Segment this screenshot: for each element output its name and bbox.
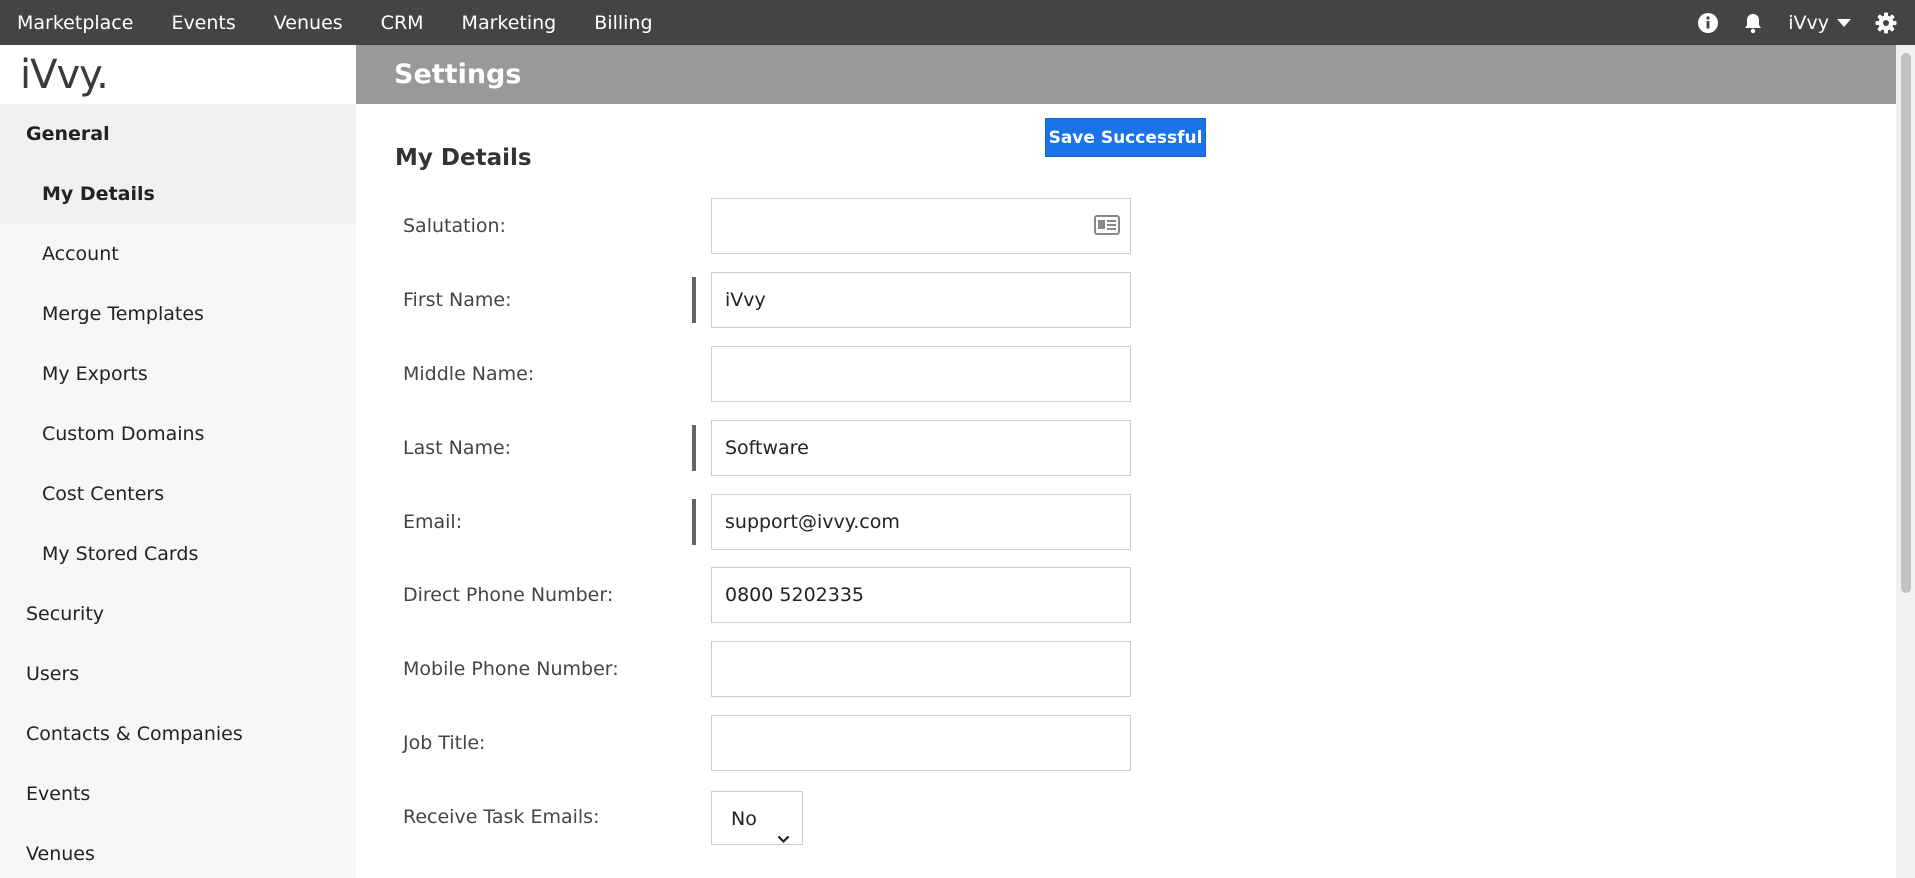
settings-sidebar: iVvy. General My Details Account Merge T… bbox=[0, 45, 356, 878]
sidebar-item-custom-domains[interactable]: Custom Domains bbox=[0, 404, 356, 464]
form-row-direct-phone: Direct Phone Number: 0800 5202335 bbox=[403, 567, 1133, 623]
direct-phone-label: Direct Phone Number: bbox=[403, 584, 614, 606]
salutation-label: Salutation: bbox=[403, 215, 506, 237]
user-menu[interactable]: iVvy bbox=[1788, 12, 1851, 34]
section-title: My Details bbox=[395, 145, 532, 171]
sidebar-item-account[interactable]: Account bbox=[0, 224, 356, 284]
last-name-label: Last Name: bbox=[403, 437, 512, 459]
mobile-phone-label: Mobile Phone Number: bbox=[403, 658, 619, 680]
form-row-first-name: First Name: iVvy bbox=[403, 272, 1133, 328]
page-title: Settings bbox=[394, 59, 522, 90]
top-right-tools: iVvy bbox=[1674, 0, 1897, 45]
chevron-down-icon bbox=[777, 811, 790, 865]
direct-phone-input[interactable]: 0800 5202335 bbox=[711, 567, 1131, 623]
form-row-job-title: Job Title: bbox=[403, 715, 1133, 771]
user-menu-label: iVvy bbox=[1788, 11, 1829, 34]
save-successful-notice: Save Successful bbox=[1045, 118, 1206, 157]
sidebar-item-cost-centers[interactable]: Cost Centers bbox=[0, 464, 356, 524]
sidebar-item-venues[interactable]: Venues bbox=[0, 824, 356, 878]
required-indicator bbox=[692, 277, 696, 323]
middle-name-input[interactable] bbox=[711, 346, 1131, 402]
form-row-email: Email: support@ivvy.com bbox=[403, 494, 1133, 550]
nav-crm[interactable]: CRM bbox=[381, 12, 424, 34]
job-title-label: Job Title: bbox=[403, 732, 486, 754]
email-label: Email: bbox=[403, 511, 463, 533]
scrollbar-thumb[interactable] bbox=[1901, 53, 1911, 593]
nav-billing[interactable]: Billing bbox=[594, 12, 652, 34]
last-name-input[interactable]: Software bbox=[711, 420, 1131, 476]
salutation-input[interactable] bbox=[711, 198, 1131, 254]
first-name-label: First Name: bbox=[403, 289, 512, 311]
middle-name-label: Middle Name: bbox=[403, 363, 535, 385]
sidebar-item-contacts-companies[interactable]: Contacts & Companies bbox=[0, 704, 356, 764]
page-scrollbar[interactable] bbox=[1896, 45, 1915, 878]
email-input[interactable]: support@ivvy.com bbox=[711, 494, 1131, 550]
page-header: Settings bbox=[356, 45, 1896, 104]
nav-venues[interactable]: Venues bbox=[274, 12, 343, 34]
sidebar-item-my-details[interactable]: My Details bbox=[0, 164, 356, 224]
nav-marketplace[interactable]: Marketplace bbox=[17, 12, 133, 34]
sidebar-item-merge-templates[interactable]: Merge Templates bbox=[0, 284, 356, 344]
sidebar-item-my-stored-cards[interactable]: My Stored Cards bbox=[0, 524, 356, 584]
required-indicator bbox=[692, 499, 696, 545]
nav-events[interactable]: Events bbox=[171, 12, 235, 34]
form-row-last-name: Last Name: Software bbox=[403, 420, 1133, 476]
sidebar-item-security[interactable]: Security bbox=[0, 584, 356, 644]
form-row-mobile-phone: Mobile Phone Number: bbox=[403, 641, 1133, 697]
chevron-down-icon bbox=[1837, 18, 1851, 27]
sidebar-group-general[interactable]: General bbox=[0, 104, 356, 164]
logo-area: iVvy. bbox=[0, 45, 356, 104]
top-navigation-bar: Marketplace Events Venues CRM Marketing … bbox=[0, 0, 1915, 45]
ivvy-logo: iVvy. bbox=[20, 51, 109, 98]
info-icon[interactable] bbox=[1698, 12, 1719, 33]
nav-marketing[interactable]: Marketing bbox=[462, 12, 557, 34]
form-row-salutation: Salutation: bbox=[403, 198, 1133, 254]
required-indicator bbox=[692, 425, 696, 471]
contact-card-icon[interactable] bbox=[1094, 215, 1125, 239]
gear-icon[interactable] bbox=[1875, 12, 1897, 34]
sidebar-item-users[interactable]: Users bbox=[0, 644, 356, 704]
mobile-phone-input[interactable] bbox=[711, 641, 1131, 697]
form-row-middle-name: Middle Name: bbox=[403, 346, 1133, 402]
receive-task-emails-value: No bbox=[731, 808, 757, 830]
notification-bell-icon[interactable] bbox=[1742, 12, 1764, 34]
top-nav-menu: Marketplace Events Venues CRM Marketing … bbox=[0, 0, 691, 45]
receive-task-emails-select[interactable]: No bbox=[711, 791, 803, 845]
receive-task-emails-label: Receive Task Emails: bbox=[403, 806, 600, 828]
sidebar-item-events[interactable]: Events bbox=[0, 764, 356, 824]
job-title-input[interactable] bbox=[711, 715, 1131, 771]
first-name-input[interactable]: iVvy bbox=[711, 272, 1131, 328]
form-row-receive-task-emails: Receive Task Emails: No bbox=[403, 789, 1133, 845]
sidebar-item-my-exports[interactable]: My Exports bbox=[0, 344, 356, 404]
